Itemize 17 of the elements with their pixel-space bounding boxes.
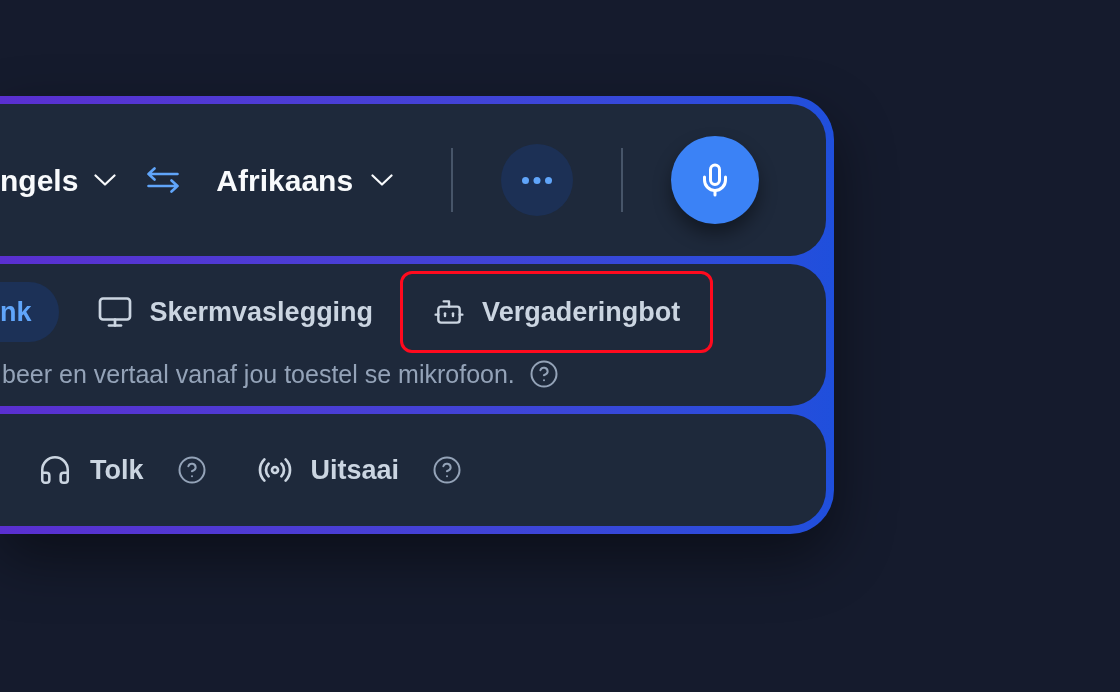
help-icon[interactable]	[176, 455, 207, 485]
chevron-down-icon	[94, 174, 117, 186]
source-language-dropdown[interactable]: ngels	[0, 157, 117, 203]
input-mode-tab[interactable]: Skermvaslegging	[74, 282, 396, 342]
help-icon[interactable]	[432, 455, 463, 485]
swap-arrows-icon[interactable]	[146, 167, 181, 193]
mode-description: beer en vertaal vanaf jou toestel se mikrofoon.	[1, 360, 515, 388]
input-mode-tab[interactable]: Vergaderingbot	[411, 282, 703, 342]
output-mode-button[interactable]: Uitsaai	[256, 449, 400, 491]
headphones-icon	[38, 453, 72, 487]
chevron-down-icon	[371, 174, 394, 186]
help-icon[interactable]	[528, 359, 559, 389]
input-mode-tab[interactable]: nk	[0, 282, 59, 342]
target-language-dropdown[interactable]: Afrikaans	[216, 157, 394, 203]
ellipsis-icon	[522, 176, 553, 184]
output-mode-button[interactable]: Tolk	[38, 449, 144, 491]
monitor-icon	[96, 294, 133, 330]
